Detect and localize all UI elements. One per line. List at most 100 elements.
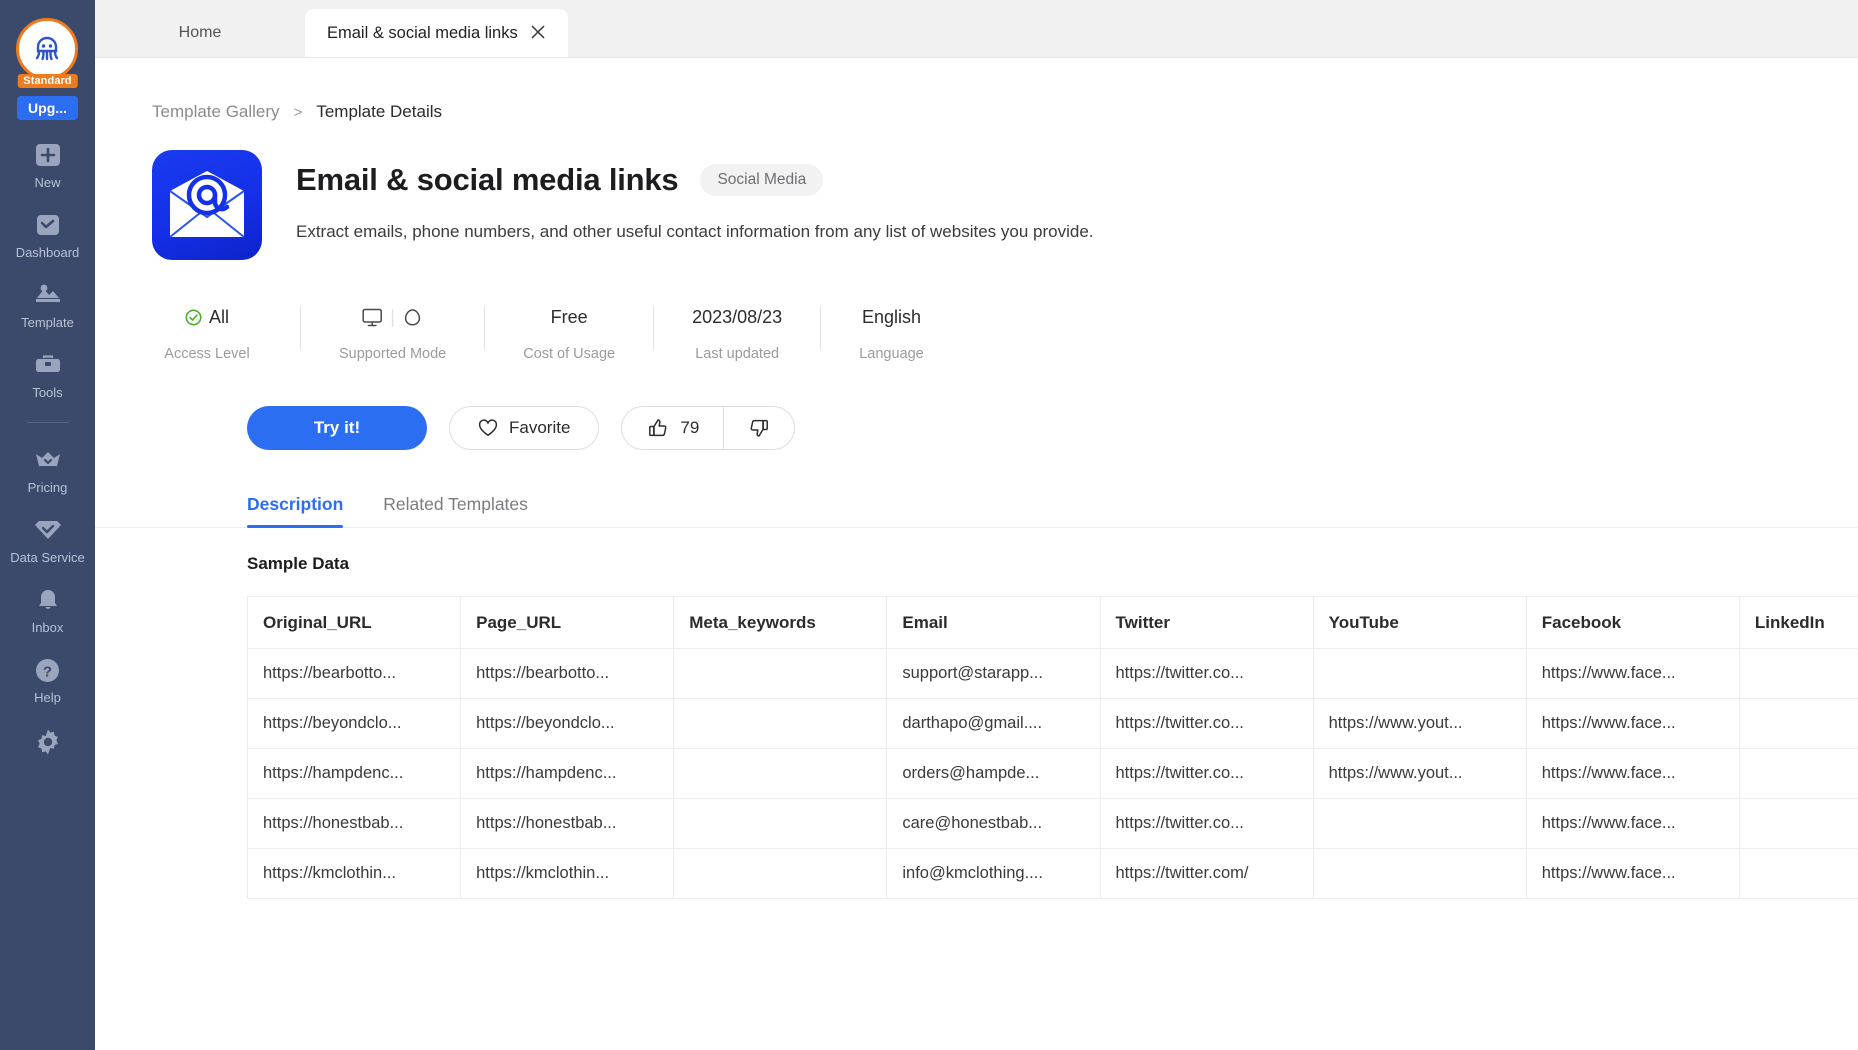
email-at-envelope-icon [152, 150, 262, 260]
table-row: https://beyondclo... https://beyondclo..… [246, 698, 1858, 749]
sidebar-item-data-service-label: Data Service [10, 550, 85, 565]
sidebar-item-inbox-label: Inbox [31, 620, 64, 635]
table-cell: https://twitter.co... [1099, 698, 1314, 749]
template-header: Email & social media links Social Media … [95, 122, 1858, 260]
table-header-row: Original_URL Page_URL Meta_keywords Emai… [246, 596, 1858, 649]
table-cell: https://bearbotto... [246, 648, 462, 699]
sidebar: Standard Upg... New Dashboard Template T… [0, 0, 95, 1050]
table-row: https://hampdenc... https://hampdenc... … [246, 748, 1858, 799]
favorite-button-label: Favorite [509, 418, 571, 437]
table-cell: https://twitter.com/ [1099, 848, 1314, 899]
sample-data-table: Original_URL Page_URL Meta_keywords Emai… [246, 596, 1858, 899]
column-header-meta-keywords[interactable]: Meta_keywords [673, 596, 888, 649]
tab-description[interactable]: Description [247, 494, 344, 528]
column-header-email[interactable]: Email [886, 596, 1101, 649]
vote-group: 79 [621, 406, 796, 450]
question-circle-icon: ? [33, 655, 63, 685]
breadcrumb-template-details: Template Details [316, 102, 442, 121]
meta-last-updated-value: 2023/08/23 [692, 306, 783, 327]
breadcrumb-template-gallery[interactable]: Template Gallery [152, 102, 280, 122]
column-header-twitter[interactable]: Twitter [1099, 596, 1314, 649]
chevron-right-icon: > [293, 103, 303, 121]
sidebar-item-tools[interactable]: Tools [0, 350, 95, 400]
meta-supported-mode: | Supported Mode [301, 304, 484, 363]
table-row: https://bearbotto... https://bearbotto..… [246, 648, 1858, 699]
table-cell [1312, 798, 1527, 849]
column-header-page-url[interactable]: Page_URL [460, 596, 675, 649]
table-cell [1312, 648, 1527, 699]
column-header-facebook[interactable]: Facebook [1525, 596, 1740, 649]
sidebar-item-template-label: Template [21, 315, 74, 330]
meta-access-level: All Access Level [152, 304, 300, 363]
table-cell [673, 798, 888, 849]
meta-cost-of-usage-label: Cost of Usage [523, 346, 616, 362]
table-cell: https://www.yout... [1312, 698, 1527, 749]
table-row: https://honestbab... https://honestbab..… [246, 798, 1858, 849]
template-description: Extract emails, phone numbers, and other… [296, 222, 1094, 241]
table-cell: support@starapp... [886, 648, 1101, 699]
bell-icon [33, 585, 63, 615]
tab-email-social-media-links[interactable]: Email & social media links [305, 9, 568, 57]
template-title-row: Email & social media links Social Media [296, 162, 1094, 198]
table-cell: info@kmclothing.... [886, 848, 1101, 899]
meta-supported-mode-value: | [362, 304, 423, 330]
meta-language: English Language [821, 304, 962, 363]
dashboard-icon [33, 210, 63, 240]
sidebar-item-dashboard[interactable]: Dashboard [0, 210, 95, 260]
table-cell: https://twitter.co... [1099, 648, 1314, 699]
column-header-linkedin[interactable]: LinkedIn [1738, 596, 1858, 649]
table-cell: https://www.yout... [1312, 748, 1527, 799]
thumbs-up-button[interactable]: 79 [622, 407, 723, 449]
meta-cost-of-usage: Free Cost of Usage [485, 304, 653, 363]
meta-access-level-text: All [208, 306, 229, 327]
table-cell: https://www.face... [1525, 848, 1740, 899]
sidebar-item-inbox[interactable]: Inbox [0, 585, 95, 635]
table-cell: https://www.face... [1525, 698, 1740, 749]
table-cell [1738, 798, 1858, 849]
favorite-button[interactable]: Favorite [449, 406, 600, 450]
sidebar-item-settings[interactable] [0, 727, 95, 757]
table-cell: https://hampdenc... [460, 748, 675, 799]
tab-related-templates[interactable]: Related Templates [383, 494, 528, 527]
thumbs-up-icon [649, 419, 667, 437]
cloud-icon [404, 308, 421, 325]
table-cell [1738, 698, 1858, 749]
close-icon[interactable] [530, 24, 546, 43]
column-header-original-url[interactable]: Original_URL [246, 596, 462, 649]
main-area: Home Email & social media links Template… [95, 0, 1858, 1050]
column-header-youtube[interactable]: YouTube [1312, 596, 1527, 649]
check-circle-icon [185, 309, 202, 325]
table-cell [1738, 748, 1858, 799]
upgrade-button[interactable]: Upg... [17, 96, 78, 120]
template-meta-row: All Access Level | Supported Mode Free C… [95, 260, 1858, 362]
table-cell: https://kmclothin... [460, 848, 675, 899]
tab-home[interactable]: Home [95, 9, 305, 57]
sidebar-item-pricing[interactable]: Pricing [0, 445, 95, 495]
app-root: Standard Upg... New Dashboard Template T… [0, 0, 1858, 1050]
table-row: https://kmclothin... https://kmclothin..… [246, 848, 1858, 899]
sidebar-item-dashboard-label: Dashboard [15, 245, 80, 260]
sidebar-item-help[interactable]: ? Help [0, 655, 95, 705]
page-title: Email & social media links [296, 162, 679, 197]
plan-badge: Standard [17, 74, 78, 88]
avatar-image [15, 18, 78, 80]
table-cell: care@honestbab... [886, 798, 1101, 849]
svg-text:?: ? [43, 663, 52, 680]
table-cell: https://www.face... [1525, 798, 1740, 849]
table-body: https://bearbotto... https://bearbotto..… [246, 648, 1858, 899]
window-controls [1849, 0, 1858, 58]
table-cell: https://twitter.co... [1099, 798, 1314, 849]
avatar[interactable]: Standard [15, 18, 80, 88]
minimize-icon[interactable] [1849, 7, 1858, 51]
table-cell: https://beyondclo... [460, 698, 675, 749]
try-it-button[interactable]: Try it! [247, 406, 427, 450]
sidebar-item-template[interactable]: Template [0, 280, 95, 330]
sidebar-divider [26, 422, 69, 423]
table-cell [673, 748, 888, 799]
meta-access-level-value: All [185, 304, 229, 330]
thumbs-down-button[interactable] [724, 407, 794, 449]
sidebar-item-new[interactable]: New [0, 140, 95, 190]
meta-last-updated: 2023/08/23 Last updated [654, 304, 820, 363]
sidebar-item-data-service[interactable]: Data Service [0, 515, 95, 565]
thumbs-up-count: 79 [680, 418, 700, 437]
